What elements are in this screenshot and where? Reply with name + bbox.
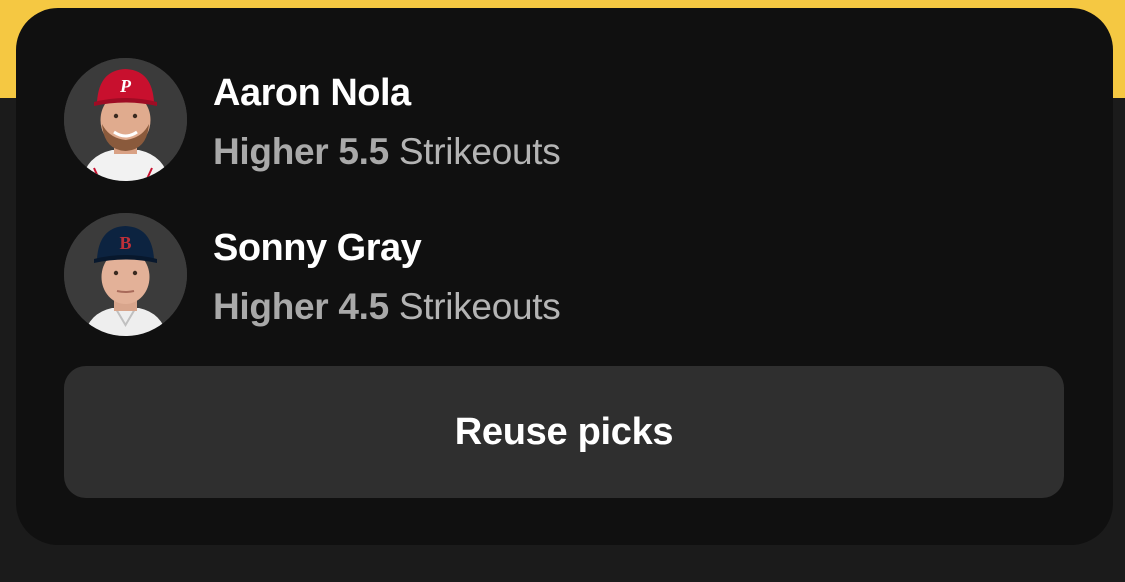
player-headshot-icon: B <box>64 213 187 336</box>
reuse-picks-button[interactable]: Reuse picks <box>64 366 1064 498</box>
pick-row-aaron-nola[interactable]: P Aaron Nola Higher 5.5 Strikeouts <box>64 58 1044 182</box>
pick-stat: Strikeouts <box>398 131 561 172</box>
pick-direction: Higher <box>213 286 329 327</box>
player-name: Aaron Nola <box>213 72 411 114</box>
pick-value: 4.5 <box>338 286 389 327</box>
player-name: Sonny Gray <box>213 227 422 269</box>
picks-card: P Aaron Nola Higher 5.5 Strikeouts B Son… <box>16 8 1113 545</box>
pick-line: Higher 4.5 Strikeouts <box>213 286 561 328</box>
pick-row-sonny-gray[interactable]: B Sonny Gray Higher 4.5 Strikeouts <box>64 213 1044 337</box>
pick-line: Higher 5.5 Strikeouts <box>213 131 561 173</box>
player-headshot-icon: P <box>64 58 187 181</box>
page: P Aaron Nola Higher 5.5 Strikeouts B Son… <box>0 0 1125 582</box>
team-logo-letter: B <box>119 233 131 253</box>
player-avatar: P <box>64 58 187 181</box>
pick-stat: Strikeouts <box>398 286 561 327</box>
pick-value: 5.5 <box>338 131 389 172</box>
team-logo-letter: P <box>119 76 132 96</box>
pick-direction: Higher <box>213 131 329 172</box>
player-avatar: B <box>64 213 187 336</box>
